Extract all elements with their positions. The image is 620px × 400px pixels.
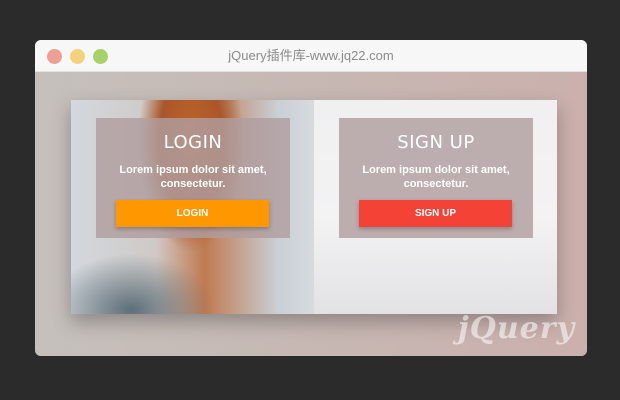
signup-description: Lorem ipsum dolor sit amet, consectetur. — [362, 164, 510, 190]
signup-button[interactable]: SIGN UP — [359, 200, 512, 227]
signup-card: SIGN UP Lorem ipsum dolor sit amet, cons… — [339, 118, 533, 238]
signup-title: SIGN UP — [397, 132, 475, 153]
jquery-watermark-logo: jQuery — [457, 311, 575, 346]
login-description: Lorem ipsum dolor sit amet, consectetur. — [119, 164, 267, 190]
browser-window: jQuery插件库-www.jq22.com LOGIN Lorem ipsum… — [35, 40, 587, 356]
page-content: LOGIN Lorem ipsum dolor sit amet, consec… — [35, 72, 587, 356]
title-bar: jQuery插件库-www.jq22.com — [35, 40, 587, 72]
window-title: jQuery插件库-www.jq22.com — [228, 48, 394, 63]
login-card: LOGIN Lorem ipsum dolor sit amet, consec… — [96, 118, 290, 238]
login-title: LOGIN — [163, 132, 223, 153]
login-button[interactable]: LOGIN — [116, 200, 269, 227]
auth-panel: LOGIN Lorem ipsum dolor sit amet, consec… — [71, 100, 557, 314]
